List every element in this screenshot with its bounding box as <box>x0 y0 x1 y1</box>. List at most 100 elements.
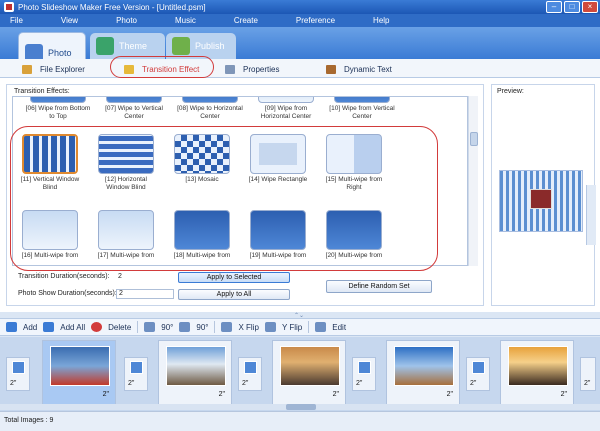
theme-icon <box>96 37 114 55</box>
add-button[interactable]: Add <box>6 322 37 332</box>
menu-preference[interactable]: Preference <box>286 16 335 25</box>
app-icon <box>4 2 14 12</box>
effects-label: Transition Effects: <box>14 88 70 95</box>
add-all-icon <box>43 322 55 332</box>
add-all-label: Add All <box>60 322 86 332</box>
effects-scroll-thumb[interactable] <box>470 132 478 146</box>
preview-image <box>499 170 583 232</box>
transition-duration: 2" <box>10 380 17 387</box>
transition-slot[interactable]: 2" <box>580 357 596 391</box>
show-duration-field[interactable]: 2 <box>116 289 174 299</box>
delete-icon <box>91 322 103 332</box>
subtab-file-explorer[interactable]: File Explorer <box>22 62 85 76</box>
apply-to-all-button[interactable]: Apply to All <box>178 289 290 300</box>
toolbar-separator <box>137 321 139 333</box>
preview-label: Preview: <box>497 88 524 95</box>
close-button[interactable]: × <box>582 1 598 13</box>
publish-icon <box>172 37 190 55</box>
photo-duration: 2" <box>218 391 225 398</box>
effect-10[interactable]: [10] Wipe from Vertical Center <box>329 97 395 121</box>
annotation-oval-effects <box>10 126 438 271</box>
menu-music[interactable]: Music <box>165 16 196 25</box>
transition-slot[interactable]: 2" <box>124 357 148 391</box>
photo-frame-3[interactable]: 2" <box>272 340 346 406</box>
edit-icon <box>315 322 327 332</box>
toolbar-separator <box>214 321 216 333</box>
preview-collapse-handle[interactable] <box>586 185 596 245</box>
transition-icon <box>130 361 143 374</box>
subtab-dynamic-text-label: Dynamic Text <box>344 64 392 74</box>
menu-photo[interactable]: Photo <box>106 16 137 25</box>
transition-duration: 2" <box>584 380 591 387</box>
menu-view[interactable]: View <box>51 16 78 25</box>
transition-duration: 2" <box>242 380 249 387</box>
photo-thumb <box>508 346 568 386</box>
subtab-dynamic-text[interactable]: Dynamic Text <box>326 62 392 76</box>
status-bar: Total Images : 9 <box>0 411 600 431</box>
photo-frame-1[interactable]: 2" <box>42 340 116 406</box>
effect-thumb <box>30 97 86 103</box>
photo-duration: 2" <box>102 391 109 398</box>
add-icon <box>6 322 17 332</box>
subtab-properties-label: Properties <box>243 64 280 74</box>
sub-tabs: File Explorer Transition Effect Properti… <box>0 59 600 78</box>
title-bar: Photo Slideshow Maker Free Version - [Un… <box>0 0 600 14</box>
annotation-oval-tab <box>110 56 214 78</box>
delete-button[interactable]: Delete <box>91 322 131 332</box>
subtab-file-explorer-label: File Explorer <box>40 64 85 74</box>
transition-slot[interactable]: 2" <box>238 357 262 391</box>
rotate-left-button[interactable]: 90° <box>144 322 173 332</box>
effect-06[interactable]: [06] Wipe from Bottom to Top <box>25 97 91 121</box>
maximize-button[interactable]: □ <box>564 1 580 13</box>
transition-duration: 2" <box>128 380 135 387</box>
x-flip-label: X Flip <box>238 322 259 332</box>
y-flip-icon <box>264 322 276 332</box>
photo-thumb <box>166 346 226 386</box>
photo-strip-scroll-thumb[interactable] <box>286 404 316 410</box>
menu-help[interactable]: Help <box>363 16 389 25</box>
effect-09[interactable]: [09] Wipe from Horizontal Center <box>253 97 319 121</box>
transition-duration-field[interactable]: 2 <box>116 273 174 283</box>
window-title: Photo Slideshow Maker Free Version - [Un… <box>18 2 206 12</box>
photo-frame-5[interactable]: 2" <box>500 340 574 406</box>
x-flip-button[interactable]: X Flip <box>221 322 259 332</box>
apply-to-selected-button[interactable]: Apply to Selected <box>178 272 290 283</box>
edit-label: Edit <box>332 322 347 332</box>
rotate-left-label: 90° <box>161 322 174 332</box>
photo-frame-2[interactable]: 2" <box>158 340 232 406</box>
y-flip-button[interactable]: Y Flip <box>264 322 302 332</box>
effect-caption: [10] Wipe from Vertical Center <box>329 105 395 120</box>
effect-thumb <box>182 97 238 103</box>
pen-icon <box>326 64 336 74</box>
effect-07[interactable]: [07] Wipe to Vertical Center <box>101 97 167 121</box>
effect-thumb <box>258 97 314 103</box>
effects-scrollbar[interactable] <box>468 96 478 266</box>
photo-strip-scrollbar[interactable] <box>0 404 600 410</box>
transition-slot[interactable]: 2" <box>352 357 376 391</box>
tab-theme-label: Theme <box>119 41 148 51</box>
transition-icon <box>244 361 257 374</box>
menu-file[interactable]: File <box>0 16 23 25</box>
define-random-set-button[interactable]: Define Random Set <box>326 280 432 293</box>
photo-toolbar: Add Add All Delete 90° 90° X Flip Y Flip… <box>0 318 600 336</box>
photo-frame-4[interactable]: 2" <box>386 340 460 406</box>
rotate-left-icon <box>144 322 156 332</box>
magnifier-icon <box>22 64 32 74</box>
transition-icon <box>472 361 485 374</box>
add-all-button[interactable]: Add All <box>43 322 85 332</box>
delete-label: Delete <box>108 322 132 332</box>
effect-thumb <box>106 97 162 103</box>
transition-slot[interactable]: 2" <box>466 357 490 391</box>
edit-button[interactable]: Edit <box>315 322 346 332</box>
menu-create[interactable]: Create <box>224 16 258 25</box>
rotate-right-label: 90° <box>196 322 209 332</box>
transition-slot[interactable]: 2" <box>6 357 30 391</box>
x-flip-icon <box>221 322 233 332</box>
total-images-count: Total Images : 9 <box>4 417 54 424</box>
effect-08[interactable]: [08] Wipe to Horizontal Center <box>177 97 243 121</box>
rotate-right-button[interactable]: 90° <box>179 322 208 332</box>
effect-caption: [08] Wipe to Horizontal Center <box>177 105 243 120</box>
subtab-properties[interactable]: Properties <box>225 62 279 76</box>
rotate-right-icon <box>179 322 191 332</box>
minimize-button[interactable]: – <box>546 1 562 13</box>
